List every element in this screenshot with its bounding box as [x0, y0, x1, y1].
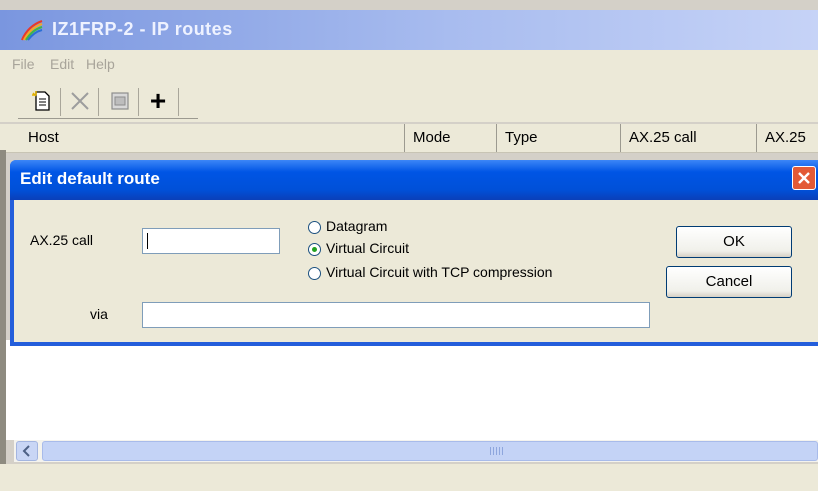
via-label: via: [90, 306, 108, 322]
cancel-button[interactable]: Cancel: [666, 266, 792, 298]
radio-vc-tcp-compression[interactable]: [308, 267, 321, 280]
radio-vc-tcp-compression-label: Virtual Circuit with TCP compression: [326, 264, 553, 280]
menu-edit[interactable]: Edit: [50, 56, 74, 72]
column-host[interactable]: Host: [20, 124, 404, 152]
column-ax25[interactable]: AX.25: [756, 124, 818, 152]
scrollbar-thumb[interactable]: [42, 441, 818, 461]
via-input[interactable]: [142, 302, 650, 328]
scrollbar-grip-icon: [490, 447, 504, 455]
routes-list[interactable]: [6, 340, 818, 440]
radio-datagram-label: Datagram: [326, 218, 388, 234]
toolbar-divider: [178, 88, 179, 116]
column-type[interactable]: Type: [496, 124, 620, 152]
text-caret: [147, 233, 148, 249]
properties-icon[interactable]: [104, 86, 136, 116]
scroll-left-button[interactable]: [16, 441, 38, 461]
menu-file[interactable]: File: [12, 56, 35, 72]
delete-x-icon[interactable]: [64, 86, 96, 116]
toolbar-divider: [60, 88, 61, 116]
radio-datagram[interactable]: [308, 221, 321, 234]
new-document-icon[interactable]: [26, 86, 58, 116]
main-window-title: IZ1FRP-2 - IP routes: [52, 19, 233, 39]
close-button[interactable]: [792, 166, 816, 190]
toolbar-divider: [98, 88, 99, 116]
add-plus-icon[interactable]: +: [142, 85, 174, 116]
radio-virtual-circuit[interactable]: [308, 243, 321, 256]
close-icon: [798, 172, 810, 184]
toolbar-divider: [138, 88, 139, 116]
toolbar-separator: [18, 118, 198, 119]
radio-selected-dot: [312, 247, 317, 252]
radio-virtual-circuit-label: Virtual Circuit: [326, 240, 409, 256]
ax25-call-input[interactable]: [142, 228, 280, 254]
menu-help[interactable]: Help: [86, 56, 115, 72]
dialog-title: Edit default route: [20, 169, 160, 188]
status-bar: [0, 464, 818, 491]
column-ax25-call[interactable]: AX.25 call: [620, 124, 756, 152]
ax25-call-label: AX.25 call: [30, 232, 94, 248]
rainbow-feather-app-icon: [20, 18, 44, 42]
menu-bar: [0, 50, 818, 80]
column-mode[interactable]: Mode: [404, 124, 496, 152]
ok-button[interactable]: OK: [676, 226, 792, 258]
